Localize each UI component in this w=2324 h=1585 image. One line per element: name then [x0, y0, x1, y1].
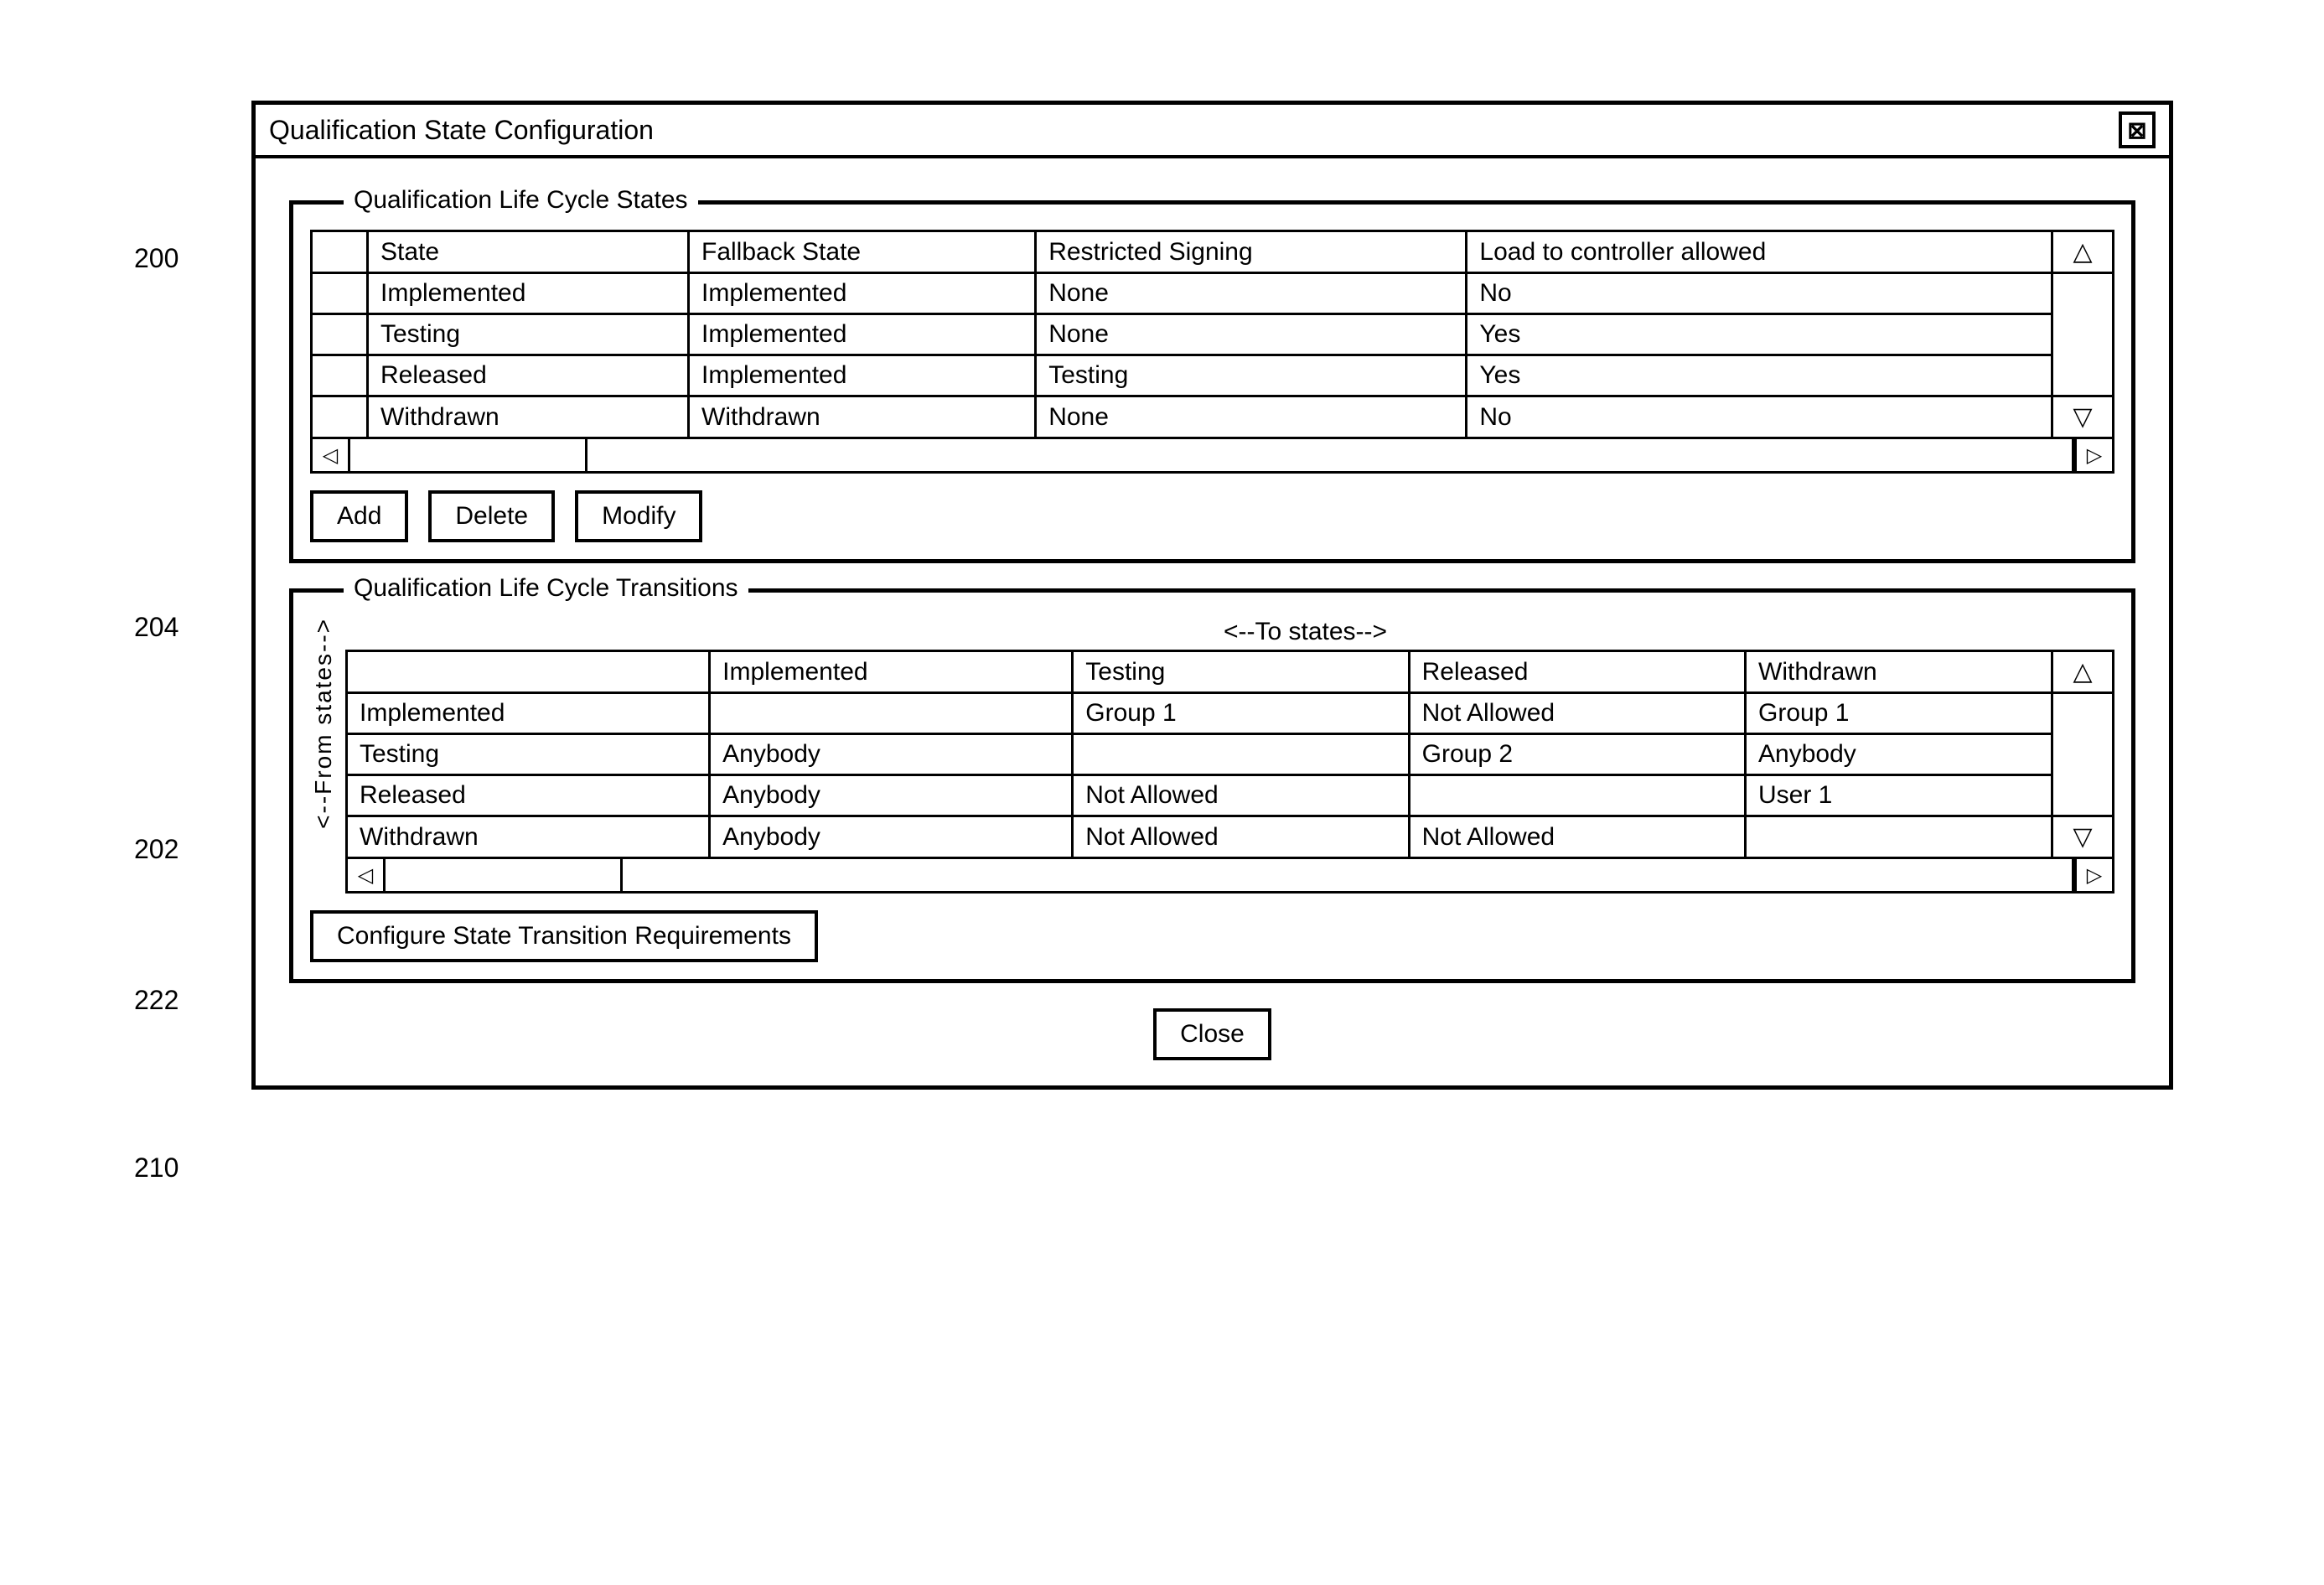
trans-col-withdrawn: Withdrawn [1746, 651, 2052, 693]
add-button[interactable]: Add [310, 490, 408, 542]
table-row[interactable]: Withdrawn Anybody Not Allowed Not Allowe… [347, 816, 2114, 858]
table-row[interactable]: Testing Implemented None Yes [312, 314, 2114, 355]
table-row[interactable]: Implemented Implemented None No [312, 273, 2114, 314]
trans-hscroll-thumb[interactable] [386, 859, 623, 894]
callout-210: 210 [134, 1152, 179, 1184]
hscroll-track[interactable] [587, 439, 2074, 474]
transitions-header-row: Implemented Testing Released Withdrawn △ [347, 651, 2114, 693]
trans-hscroll-left-icon[interactable]: ◁ [345, 859, 386, 894]
titlebar: Qualification State Configuration ⊠ [256, 105, 2169, 158]
callout-200: 200 [134, 243, 179, 274]
states-group-label: Qualification Life Cycle States [344, 186, 698, 215]
trans-col-released: Released [1409, 651, 1745, 693]
modify-button[interactable]: Modify [575, 490, 702, 542]
table-row[interactable]: Released Anybody Not Allowed User 1 [347, 775, 2114, 816]
callout-202: 202 [134, 834, 179, 865]
states-header-row: State Fallback State Restricted Signing … [312, 231, 2114, 273]
transitions-groupbox: Qualification Life Cycle Transitions <--… [289, 588, 2135, 983]
states-hscroll[interactable]: ◁ ▷ [310, 439, 2114, 474]
col-restricted: Restricted Signing [1036, 231, 1467, 273]
trans-hscroll[interactable]: ◁ ▷ [345, 859, 2114, 894]
transitions-table: Implemented Testing Released Withdrawn △… [345, 650, 2114, 859]
callout-222: 222 [134, 985, 179, 1016]
states-scroll-up[interactable]: △ [2052, 231, 2114, 273]
states-table: State Fallback State Restricted Signing … [310, 230, 2114, 439]
close-button[interactable]: Close [1153, 1008, 1271, 1060]
states-groupbox: Qualification Life Cycle States State Fa… [289, 200, 2135, 563]
table-row[interactable]: Testing Anybody Group 2 Anybody [347, 734, 2114, 775]
table-row[interactable]: Withdrawn Withdrawn None No ▽ [312, 396, 2114, 438]
configure-transition-button[interactable]: Configure State Transition Requirements [310, 910, 818, 962]
trans-scroll-track[interactable] [2052, 693, 2114, 816]
window-title: Qualification State Configuration [269, 115, 654, 146]
col-fallback: Fallback State [689, 231, 1036, 273]
hscroll-thumb[interactable] [350, 439, 587, 474]
states-rowhead-blank [312, 231, 368, 273]
states-scroll-down[interactable]: ▽ [2052, 396, 2114, 438]
col-load: Load to controller allowed [1467, 231, 2052, 273]
transitions-group-label: Qualification Life Cycle Transitions [344, 574, 748, 603]
states-scroll-track[interactable] [2052, 273, 2114, 396]
trans-col-testing: Testing [1073, 651, 1409, 693]
trans-blank-corner [347, 651, 710, 693]
delete-button[interactable]: Delete [428, 490, 555, 542]
close-icon[interactable]: ⊠ [2119, 111, 2156, 148]
hscroll-right-icon[interactable]: ▷ [2074, 439, 2114, 474]
from-states-label: <--From states--> [310, 618, 337, 879]
callout-204: 204 [134, 612, 179, 643]
trans-scroll-down[interactable]: ▽ [2052, 816, 2114, 858]
trans-hscroll-right-icon[interactable]: ▷ [2074, 859, 2114, 894]
table-row[interactable]: Released Implemented Testing Yes [312, 355, 2114, 396]
trans-scroll-up[interactable]: △ [2052, 651, 2114, 693]
table-row[interactable]: Implemented Group 1 Not Allowed Group 1 [347, 693, 2114, 734]
hscroll-left-icon[interactable]: ◁ [310, 439, 350, 474]
col-state: State [368, 231, 689, 273]
main-window: Qualification State Configuration ⊠ Qual… [251, 101, 2173, 1090]
to-states-label: <--To states--> [496, 618, 2114, 646]
trans-col-implemented: Implemented [710, 651, 1073, 693]
trans-hscroll-track[interactable] [623, 859, 2074, 894]
